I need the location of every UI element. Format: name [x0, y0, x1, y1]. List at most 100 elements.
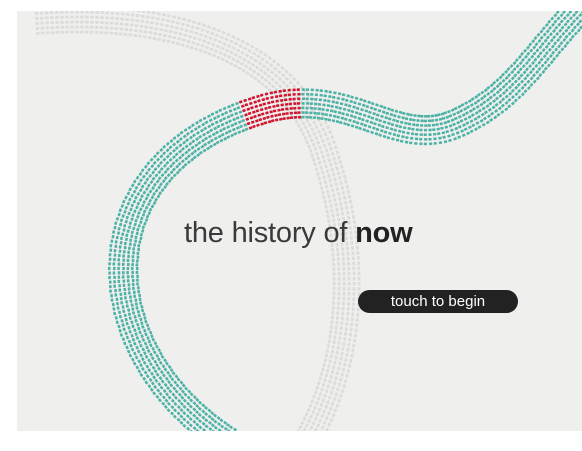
teal-ribbon-dash [124, 317, 128, 322]
teal-ribbon-dash [357, 102, 362, 106]
teal-ribbon-dash [186, 132, 190, 136]
grey-ribbon-dash [70, 11, 74, 14]
red-ribbon-dash [275, 104, 280, 108]
teal-ribbon-dash [310, 93, 314, 96]
teal-ribbon-dash [495, 96, 499, 101]
grey-ribbon-dash [213, 38, 218, 42]
red-ribbon-dash [277, 113, 282, 117]
teal-ribbon-dash [329, 109, 334, 113]
teal-ribbon-dash [195, 137, 199, 141]
teal-ribbon-dash [542, 54, 547, 59]
teal-ribbon-dash [144, 205, 149, 210]
grey-ribbon-dash [342, 291, 346, 296]
grey-ribbon-dash [183, 33, 188, 37]
grey-ribbon-dash [327, 339, 331, 344]
teal-ribbon-dash [563, 22, 568, 27]
grey-ribbon-dash [224, 48, 230, 53]
teal-ribbon-dash [430, 119, 435, 122]
teal-ribbon-dash [121, 214, 125, 218]
grey-ribbon-dash [104, 21, 109, 25]
teal-ribbon-dash [114, 221, 118, 225]
grey-ribbon-dash [332, 381, 337, 386]
teal-ribbon-dash [135, 345, 139, 350]
teal-ribbon-dash [457, 135, 461, 139]
teal-ribbon-dash [123, 296, 127, 300]
grey-ribbon-dash [352, 343, 356, 348]
teal-ribbon-dash [501, 97, 505, 102]
teal-ribbon-dash [167, 395, 172, 400]
grey-ribbon-dash [105, 16, 109, 20]
teal-ribbon-dash [403, 126, 407, 130]
teal-ribbon-dash [529, 48, 534, 53]
grey-ribbon-dash [313, 427, 318, 431]
teal-ribbon-dash [326, 104, 331, 108]
teal-ribbon-dash [192, 426, 197, 430]
teal-ribbon-dash [136, 192, 141, 196]
teal-ribbon-dash [141, 347, 145, 352]
red-ribbon-dash [279, 117, 283, 121]
teal-ribbon-dash [151, 170, 155, 175]
grey-ribbon-dash [263, 71, 268, 76]
grey-ribbon-dash [95, 11, 100, 14]
teal-ribbon-dash [434, 114, 438, 117]
teal-ribbon-dash [240, 114, 244, 118]
teal-ribbon-dash [318, 98, 323, 102]
teal-ribbon-dash [519, 73, 524, 78]
grey-ribbon-dash [65, 25, 69, 29]
teal-ribbon-dash [117, 258, 121, 262]
teal-ribbon-dash [201, 122, 206, 127]
teal-ribbon-dash [350, 109, 355, 114]
teal-ribbon-dash [130, 347, 135, 352]
teal-ribbon-dash [157, 366, 161, 371]
grey-ribbon-dash [334, 376, 338, 381]
teal-ribbon-dash [331, 119, 336, 123]
teal-ribbon-dash [177, 405, 181, 409]
teal-ribbon-dash [118, 249, 122, 253]
teal-ribbon-dash [117, 262, 121, 266]
teal-ribbon-dash [491, 105, 496, 110]
teal-ribbon-dash [140, 334, 144, 338]
teal-ribbon-dash [186, 414, 190, 418]
teal-ribbon-dash [197, 124, 201, 129]
grey-ribbon-dash [347, 363, 352, 368]
teal-ribbon-dash [115, 217, 119, 221]
red-ribbon-dash [251, 96, 256, 100]
grey-ribbon-dash [243, 46, 248, 51]
teal-ribbon-dash [433, 132, 437, 136]
teal-ribbon-dash [512, 67, 517, 71]
teal-ribbon-dash [220, 112, 225, 117]
grey-ribbon-dash [207, 25, 212, 29]
grey-ribbon-dash [346, 312, 350, 316]
grey-ribbon-dash [184, 28, 189, 33]
grey-ribbon-dash [34, 17, 39, 20]
teal-ribbon-dash [558, 35, 563, 39]
teal-ribbon-dash [113, 225, 117, 230]
teal-ribbon-dash [171, 371, 176, 376]
teal-ribbon-dash [504, 82, 509, 86]
grey-ribbon-dash [339, 326, 343, 331]
teal-ribbon-dash [179, 130, 184, 135]
teal-ribbon-dash [562, 38, 567, 42]
app-screen[interactable]: the history of now touch to begin [0, 0, 582, 451]
teal-ribbon-dash [135, 175, 140, 180]
grey-ribbon-dash [124, 22, 129, 26]
teal-ribbon-dash [515, 58, 519, 62]
touch-to-begin-button[interactable]: touch to begin [358, 290, 518, 313]
teal-ribbon-dash [207, 124, 212, 129]
teal-ribbon-dash [213, 126, 217, 131]
grey-ribbon-dash [266, 67, 271, 72]
teal-ribbon-dash [398, 125, 403, 129]
red-ribbon-dash [286, 116, 290, 120]
grey-ribbon-dash [259, 50, 264, 55]
teal-ribbon-dash [390, 108, 395, 112]
grey-ribbon-dash [134, 24, 139, 28]
red-ribbon-dash [267, 101, 271, 105]
teal-ribbon-dash [553, 13, 558, 18]
welcome-panel[interactable]: the history of now touch to begin [17, 11, 582, 431]
grey-ribbon-dash [327, 422, 332, 427]
teal-ribbon-dash [164, 176, 168, 180]
grey-ribbon-dash [80, 20, 84, 24]
grey-ribbon-dash [177, 16, 182, 20]
grey-ribbon-dash [65, 15, 69, 19]
teal-ribbon-dash [145, 214, 150, 219]
